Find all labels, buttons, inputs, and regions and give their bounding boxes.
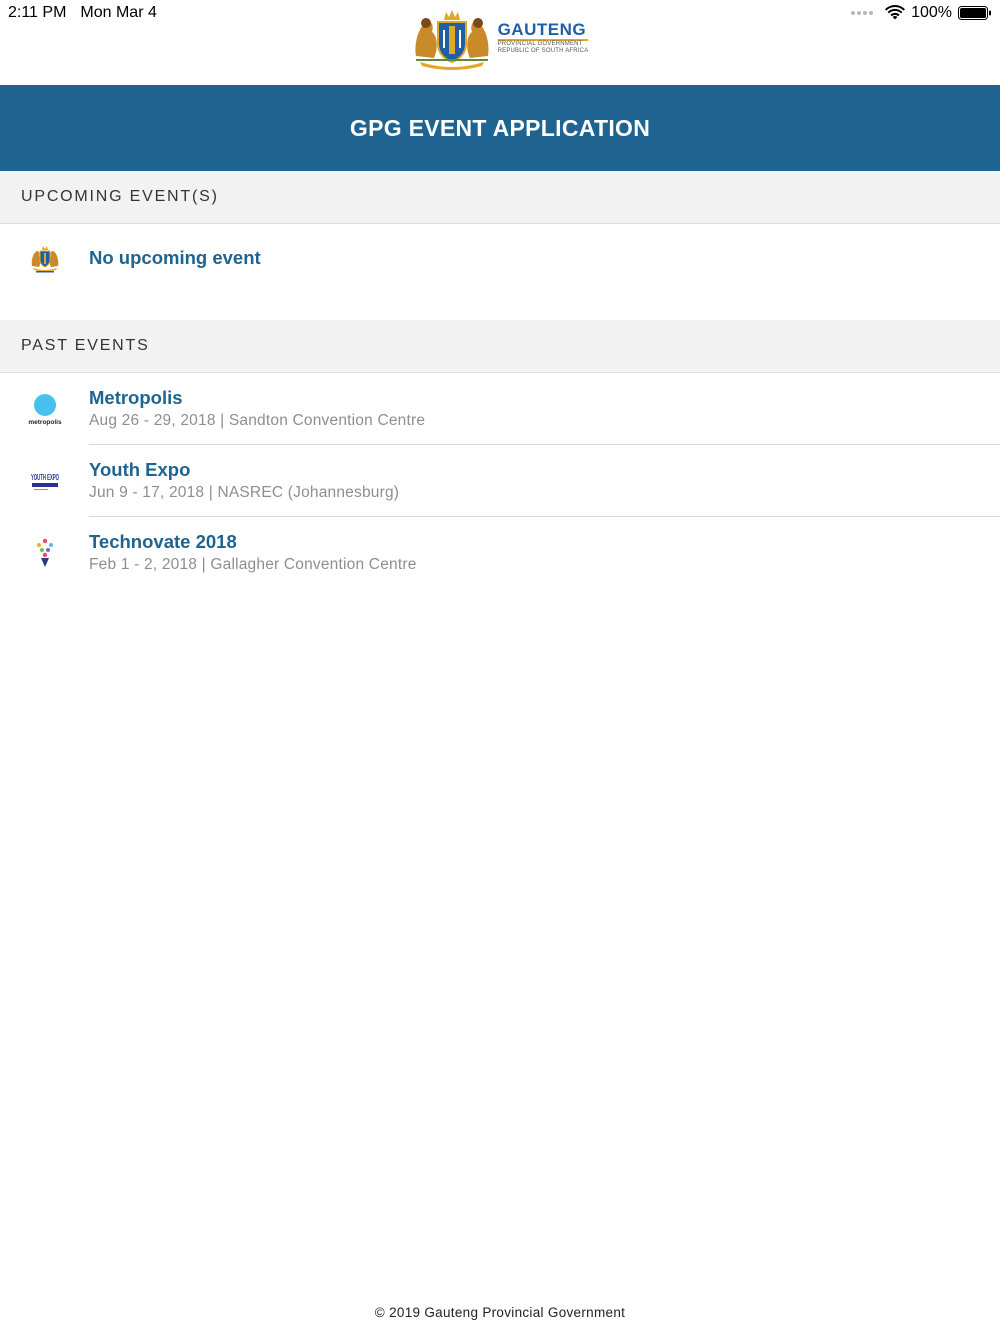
event-meta: Aug 26 - 29, 2018 | Sandton Convention C… — [89, 412, 426, 429]
metropolis-logo-text: metropolis — [28, 419, 62, 426]
youth-expo-logo-text: YOUTH EXPO — [31, 473, 59, 482]
logo-header: GAUTENG PROVINCIAL GOVERNMENT REPUBLIC O… — [0, 6, 1000, 70]
technovate-logo-icon — [24, 532, 66, 574]
logo-subtitle-1: PROVINCIAL GOVERNMENT — [497, 41, 583, 47]
past-event-row-metropolis[interactable]: metropolis Metropolis Aug 26 - 29, 2018 … — [0, 373, 1000, 445]
past-section-label: PAST EVENTS — [21, 337, 150, 354]
past-event-row-youth-expo[interactable]: YOUTH EXPO Youth Expo Jun 9 - 17, 2018 |… — [0, 445, 1000, 517]
upcoming-event-row: No upcoming event — [0, 224, 1000, 320]
app-title-bar: GPG EVENT APPLICATION — [0, 85, 1000, 171]
page-title: GPG EVENT APPLICATION — [349, 114, 651, 141]
no-upcoming-event-text: No upcoming event — [89, 247, 261, 268]
footer-copyright: © 2019 Gauteng Provincial Government — [374, 1305, 626, 1320]
gauteng-crest-icon — [24, 238, 66, 280]
youth-expo-logo-icon: YOUTH EXPO — [24, 460, 66, 502]
metropolis-logo-icon: metropolis — [24, 388, 66, 430]
upcoming-section-label: UPCOMING EVENT(S) — [21, 188, 219, 205]
event-name[interactable]: Youth Expo — [89, 459, 190, 481]
event-name[interactable]: Metropolis — [89, 387, 183, 409]
event-name[interactable]: Technovate 2018 — [89, 531, 237, 553]
logo-text: GAUTENG PROVINCIAL GOVERNMENT REPUBLIC O… — [497, 21, 589, 55]
upcoming-events-header: UPCOMING EVENT(S) — [0, 171, 1000, 224]
app-screen: 2:11 PM Mon Mar 4 100% GAUTENG PROVINCIA… — [0, 0, 1000, 1334]
gauteng-logo: GAUTENG PROVINCIAL GOVERNMENT REPUBLIC O… — [412, 6, 589, 70]
event-meta: Feb 1 - 2, 2018 | Gallagher Convention C… — [89, 556, 417, 573]
past-events-header: PAST EVENTS — [0, 320, 1000, 373]
logo-title: GAUTENG — [497, 21, 589, 41]
logo-subtitle-2: REPUBLIC OF SOUTH AFRICA — [497, 48, 589, 54]
event-meta: Jun 9 - 17, 2018 | NASREC (Johannesburg) — [89, 484, 400, 501]
coat-of-arms-icon — [415, 10, 489, 70]
past-event-row-technovate[interactable]: Technovate 2018 Feb 1 - 2, 2018 | Gallag… — [0, 517, 1000, 589]
